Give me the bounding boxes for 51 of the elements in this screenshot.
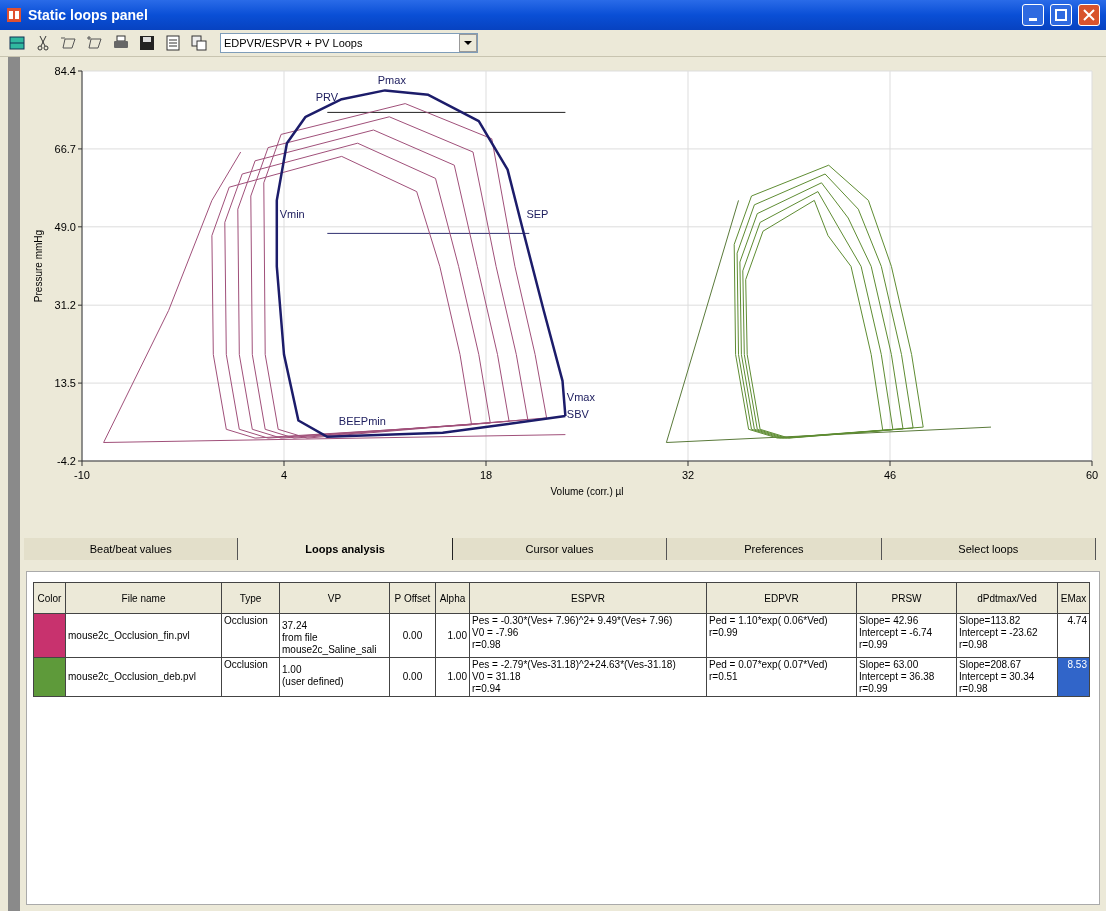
column-header: EDPVR	[706, 582, 857, 614]
y-axis-title: Pressure mmHg	[33, 229, 44, 303]
y-tick-label: -4.2	[57, 455, 76, 467]
marker-label: Pmax	[377, 73, 406, 86]
table-cell: Occlusion	[221, 657, 280, 697]
column-header: PRSW	[856, 582, 957, 614]
marker-label: SEP	[526, 208, 549, 220]
x-tick-label: -10	[74, 469, 90, 481]
x-tick-label: 4	[280, 469, 288, 481]
column-header: VP	[279, 582, 390, 614]
column-header: P Offset	[389, 582, 436, 614]
table-cell: mouse2c_Occlusion_deb.pvl	[65, 657, 222, 697]
table-cell: 1.00	[435, 657, 470, 697]
table-cell: Occlusion	[221, 613, 280, 658]
column-header: ESPVR	[469, 582, 707, 614]
y-tick-label: 66.7	[54, 142, 76, 155]
column-header: Alpha	[435, 582, 470, 614]
column-header: Type	[221, 582, 280, 614]
table-cell: 0.00	[389, 613, 436, 658]
x-tick-label: 46	[883, 469, 897, 481]
column-header: Color	[33, 582, 66, 614]
table-cell: Pes = -0.30*(Ves+ 7.96)^2+ 9.49*(Ves+ 7.96) V0 = -7.96 r=0.98	[469, 613, 707, 658]
table-cell: 37.24 from file mouse2c_Saline_sali	[279, 613, 390, 658]
table-cell: 1.00 (user defined)	[279, 657, 390, 697]
y-tick-label: 31.2	[54, 299, 76, 312]
y-tick-label: 49.0	[54, 220, 76, 233]
column-header: dPdtmax/Ved	[956, 582, 1058, 614]
column-header: EMax	[1057, 582, 1090, 614]
table-cell: 1.00	[435, 613, 470, 658]
window-title: Static loops panel	[28, 7, 149, 23]
table-cell: 0.00	[389, 657, 436, 697]
table-cell: mouse2c_Occlusion_fin.pvl	[65, 613, 222, 658]
table-cell: Ped = 1.10*exp( 0.06*Ved) r=0.99	[706, 613, 857, 658]
x-tick-label: 32	[681, 469, 695, 481]
x-tick-label: 18	[479, 469, 493, 481]
x-tick-label: 60	[1085, 469, 1099, 481]
marker-label: Vmin	[279, 208, 305, 220]
marker-label: BEEPmin	[338, 414, 386, 427]
table-cell: Slope=113.82 Intercept = -23.62 r=0.98	[956, 613, 1058, 658]
table-cell: Slope=208.67 Intercept = 30.34 r=0.98	[956, 657, 1058, 697]
table-cell: Slope= 42.96 Intercept = -6.74 r=0.99	[856, 613, 957, 658]
column-header: File name	[65, 582, 222, 614]
y-tick-label: 84.4	[54, 65, 76, 77]
table-cell: Pes = -2.79*(Ves-31.18)^2+24.63*(Ves-31.18) V0 = 31.18 r=0.94	[469, 657, 707, 697]
table-cell: Ped = 0.07*exp( 0.07*Ved) r=0.51	[706, 657, 857, 697]
y-tick-label: 13.5	[54, 377, 76, 390]
marker-label: SBV	[566, 408, 589, 421]
marker-label: PRV	[315, 91, 339, 104]
marker-label: Vmax	[566, 390, 595, 403]
x-axis-title: Volume (corr.) µl	[550, 486, 624, 497]
table-cell: Slope= 63.00 Intercept = 36.38 r=0.99	[856, 657, 957, 697]
